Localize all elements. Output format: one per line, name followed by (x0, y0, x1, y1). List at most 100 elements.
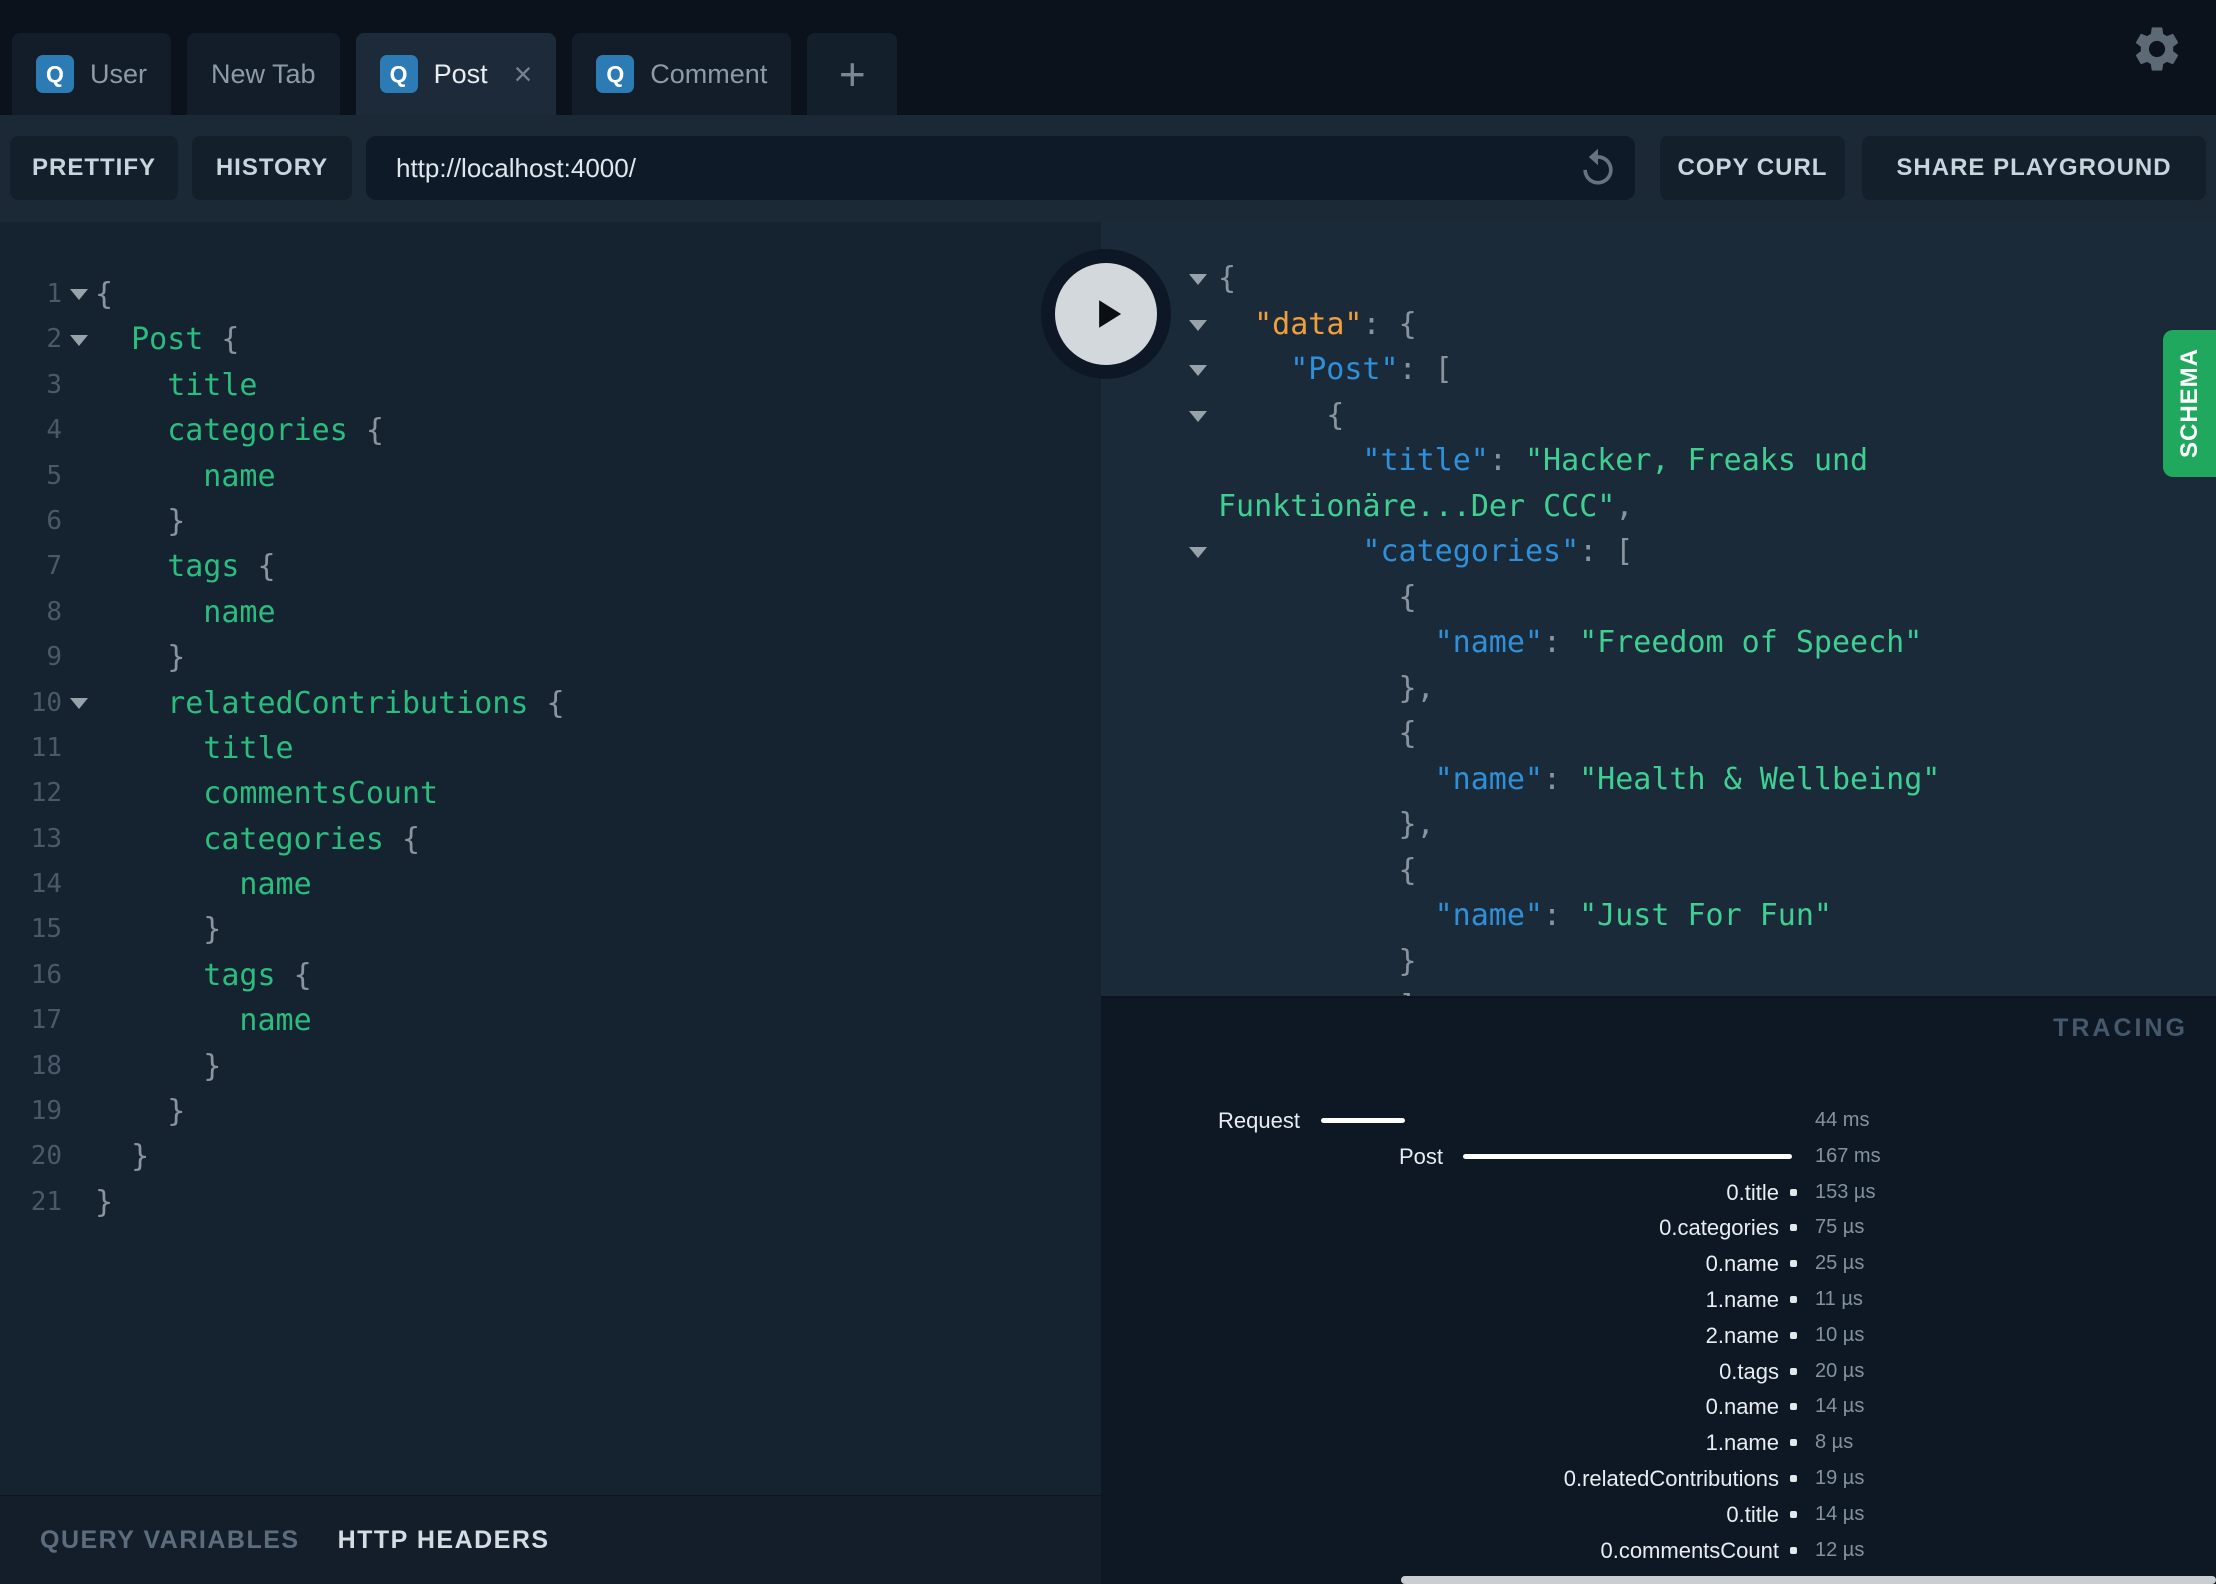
line-number: 14 (30, 869, 62, 900)
code-text: "name": "Health & Wellbeing" (1434, 761, 1941, 797)
tab-post[interactable]: Q Post × (355, 33, 557, 115)
top-bar: Q User New Tab Q Post × Q Comment + (0, 0, 2216, 115)
tracing-duration: 75 µs (1815, 1216, 1865, 1239)
line-number: 9 (46, 642, 62, 673)
tracing-label: 0.commentsCount (1600, 1537, 1779, 1563)
execute-button[interactable] (1041, 249, 1171, 379)
editor-line: 12 commentsCount (0, 771, 1101, 816)
tracing-duration: 14 µs (1815, 1502, 1865, 1525)
line-number: 3 (46, 369, 62, 400)
chevron-down-icon (1189, 365, 1207, 376)
line-number: 4 (46, 415, 62, 446)
tracing-label: 0.title (1726, 1179, 1779, 1205)
toolbar: PRETTIFY HISTORY COPY CURL SHARE PLAYGRO… (0, 115, 2216, 222)
tracing-row: Request 44 ms (1101, 1103, 2216, 1139)
editor-footer: QUERY VARIABLES HTTP HEADERS (0, 1495, 1101, 1584)
query-badge: Q (379, 55, 418, 93)
editor-line: 6} (0, 499, 1101, 544)
response-line: "categories": [ (1101, 529, 2216, 575)
chevron-down-icon (69, 697, 88, 709)
undo-icon[interactable] (1576, 146, 1620, 190)
code-text: Funktionäre...Der CCC", (1218, 488, 1634, 524)
response-line: }, (1101, 802, 2216, 848)
timing-dot (1790, 1474, 1797, 1482)
new-tab-button[interactable]: + (807, 33, 898, 115)
tracing-duration: 11 µs (1815, 1287, 1863, 1310)
copy-curl-button[interactable]: COPY CURL (1660, 136, 1845, 200)
tab-new-tab[interactable]: New Tab (187, 33, 340, 115)
fold-toggle[interactable] (1101, 393, 1218, 439)
tracing-row: 0.name 25 µs (1101, 1246, 2216, 1282)
code-text: "name": "Freedom of Speech" (1434, 625, 1923, 660)
timing-dot (1790, 1331, 1797, 1339)
timing-dot (1790, 1188, 1797, 1196)
tracing-duration: 8 µs (1815, 1431, 1854, 1454)
tab-label: New Tab (211, 58, 316, 89)
timing-dot (1790, 1403, 1797, 1411)
horizontal-scrollbar[interactable] (1401, 1576, 2216, 1584)
history-button[interactable]: HISTORY (192, 136, 352, 200)
query-badge: Q (36, 55, 74, 93)
response-viewer: {"data": {"Post": [{"title": "Hacker, Fr… (1101, 222, 2216, 996)
code-text: name (239, 867, 312, 903)
fold-toggle[interactable] (1101, 529, 1218, 575)
response-lines: {"data": {"Post": [{"title": "Hacker, Fr… (1101, 256, 2216, 996)
tracing-label: 0.title (1726, 1501, 1779, 1527)
code-text: } (1398, 943, 1417, 979)
editor-line: 2 Post { (0, 317, 1101, 362)
close-icon[interactable]: × (514, 58, 533, 90)
query-editor[interactable]: 1{2 Post {3 title 4 categories {5 name 6} 7 tags… (0, 222, 1101, 1495)
code-text: categories { (203, 821, 421, 857)
timing-dot (1790, 1367, 1797, 1375)
tracing-duration: 10 µs (1815, 1323, 1865, 1346)
schema-tab[interactable]: SCHEMA (2163, 330, 2216, 477)
query-badge: Q (596, 55, 635, 93)
editor-line: 7 tags { (0, 544, 1101, 589)
http-headers-tab[interactable]: HTTP HEADERS (338, 1526, 550, 1555)
response-line: { (1101, 848, 2216, 894)
query-variables-tab[interactable]: QUERY VARIABLES (40, 1526, 300, 1555)
tracing-duration: 44 ms (1815, 1109, 1870, 1131)
code-text: ] (1218, 984, 1417, 996)
tracing-duration: 14 µs (1815, 1395, 1865, 1418)
timing-dot (1790, 1260, 1797, 1268)
fold-toggle[interactable] (62, 681, 95, 726)
tracing-label: Post (1398, 1143, 1443, 1169)
code-text: name (203, 458, 276, 494)
code-text: } (167, 1094, 186, 1130)
tab-comment[interactable]: Q Comment (572, 33, 792, 115)
fold-toggle[interactable] (62, 317, 95, 362)
tab-label: Comment (650, 58, 768, 89)
prettify-button[interactable]: PRETTIFY (10, 136, 178, 200)
code-text: "title": "Hacker, Freaks und (1362, 443, 1869, 478)
code-text: } (95, 1184, 114, 1220)
tracing-title: TRACING (2053, 1014, 2188, 1042)
settings-gear-icon[interactable] (2130, 22, 2184, 76)
line-number: 13 (30, 823, 62, 854)
code-text: { (1398, 716, 1417, 751)
editor-line: 18} (0, 1044, 1101, 1089)
code-text: "Post": [ (1290, 352, 1453, 387)
endpoint-url-input[interactable] (366, 136, 1635, 200)
code-text: } (167, 640, 186, 676)
code-text: relatedContributions { (167, 685, 565, 721)
fold-toggle[interactable] (62, 272, 95, 317)
line-number: 16 (30, 959, 62, 990)
response-line: } (1101, 939, 2216, 985)
share-playground-button[interactable]: SHARE PLAYGROUND (1862, 136, 2206, 200)
tracing-row: 0.name 14 µs (1101, 1389, 2216, 1425)
tab-user[interactable]: Q User (12, 33, 172, 115)
tracing-row: 0.categories 75 µs (1101, 1210, 2216, 1246)
